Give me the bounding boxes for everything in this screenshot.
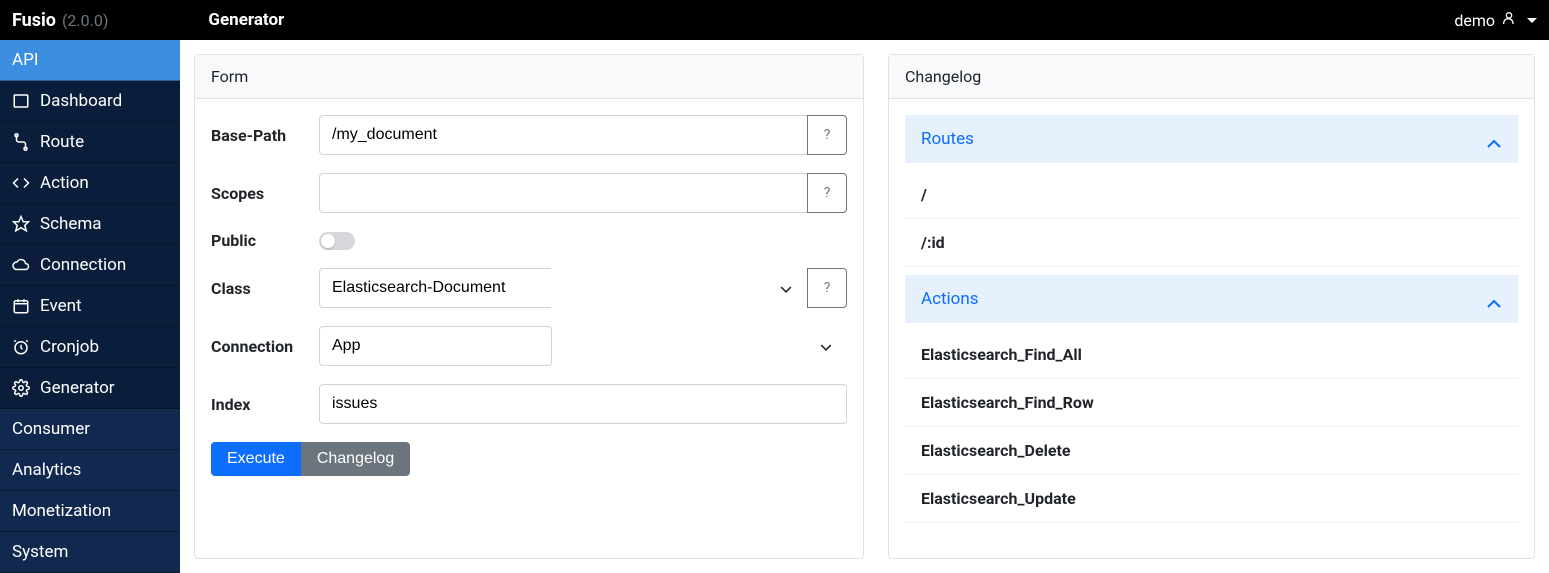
chevron-down-icon — [819, 337, 833, 356]
sidebar-section-analytics[interactable]: Analytics — [0, 450, 180, 491]
routes-title: Routes — [921, 129, 974, 149]
form-panel-header: Form — [195, 55, 863, 99]
dashboard-icon — [12, 92, 30, 110]
caret-down-icon — [1527, 18, 1537, 23]
chevron-up-icon — [1486, 134, 1502, 144]
changelog-panel-header: Changelog — [889, 55, 1534, 99]
base-path-label: Base-Path — [211, 126, 319, 145]
brand-name: Fusio — [12, 10, 56, 31]
scopes-input[interactable] — [319, 173, 807, 213]
changelog-button[interactable]: Changelog — [301, 442, 410, 476]
sidebar-label: Action — [40, 173, 89, 193]
connection-label: Connection — [211, 337, 319, 356]
action-item[interactable]: Elasticsearch_Find_Row — [905, 379, 1518, 427]
route-item[interactable]: /:id — [905, 219, 1518, 267]
public-label: Public — [211, 231, 319, 250]
clock-icon — [12, 338, 30, 356]
sidebar-label: Connection — [40, 255, 126, 275]
chevron-up-icon — [1486, 294, 1502, 304]
form-panel: Form Base-Path ? Scopes ? — [194, 54, 864, 559]
public-toggle[interactable] — [319, 232, 355, 250]
sidebar-item-action[interactable]: Action — [0, 163, 180, 204]
sidebar-item-connection[interactable]: Connection — [0, 245, 180, 286]
route-icon — [12, 133, 30, 151]
base-path-input[interactable] — [319, 115, 807, 155]
sidebar-label: Route — [40, 132, 84, 152]
sidebar-section-api[interactable]: API — [0, 40, 180, 81]
sidebar-label: Consumer — [12, 419, 90, 439]
sidebar-item-route[interactable]: Route — [0, 122, 180, 163]
connection-select[interactable] — [319, 326, 552, 366]
execute-button[interactable]: Execute — [211, 442, 301, 476]
sidebar-section-monetization[interactable]: Monetization — [0, 491, 180, 532]
sidebar-item-schema[interactable]: Schema — [0, 204, 180, 245]
brand[interactable]: Fusio (2.0.0) — [12, 10, 108, 31]
base-path-help-button[interactable]: ? — [807, 115, 847, 155]
cloud-icon — [12, 256, 30, 274]
topbar: Fusio (2.0.0) Generator demo — [0, 0, 1549, 40]
user-name: demo — [1454, 11, 1495, 30]
class-select[interactable] — [319, 268, 551, 308]
actions-title: Actions — [921, 289, 979, 309]
sidebar-item-cronjob[interactable]: Cronjob — [0, 327, 180, 368]
action-item[interactable]: Elasticsearch_Delete — [905, 427, 1518, 475]
chevron-down-icon — [779, 279, 793, 298]
sidebar-item-generator[interactable]: Generator — [0, 368, 180, 409]
index-input[interactable] — [319, 384, 847, 424]
star-icon — [12, 215, 30, 233]
page-title: Generator — [208, 10, 284, 30]
class-help-button[interactable]: ? — [807, 268, 847, 308]
sidebar-item-dashboard[interactable]: Dashboard — [0, 81, 180, 122]
sidebar-label: Cronjob — [40, 337, 99, 357]
sidebar-label: Generator — [40, 378, 115, 398]
calendar-icon — [12, 297, 30, 315]
user-icon — [1501, 10, 1517, 30]
toggle-knob — [321, 234, 335, 248]
routes-accordion-header[interactable]: Routes — [905, 115, 1518, 163]
user-menu[interactable]: demo — [1454, 10, 1537, 30]
sidebar-label: API — [12, 50, 38, 70]
action-item[interactable]: Elasticsearch_Find_All — [905, 331, 1518, 379]
sidebar-label: Analytics — [12, 460, 81, 480]
sidebar-label: System — [12, 542, 68, 562]
changelog-panel: Changelog Routes / /:id Actions Elastics… — [888, 54, 1535, 559]
index-label: Index — [211, 395, 319, 414]
sidebar: API Dashboard Route Action Schema Connec… — [0, 40, 180, 573]
route-item[interactable]: / — [905, 171, 1518, 219]
action-item[interactable]: Elasticsearch_Update — [905, 475, 1518, 523]
code-icon — [12, 174, 30, 192]
sidebar-section-consumer[interactable]: Consumer — [0, 409, 180, 450]
actions-list: Elasticsearch_Find_All Elasticsearch_Fin… — [905, 323, 1518, 531]
main-content: Form Base-Path ? Scopes ? — [180, 40, 1549, 573]
sidebar-label: Monetization — [12, 501, 111, 521]
class-label: Class — [211, 279, 319, 298]
scopes-help-button[interactable]: ? — [807, 173, 847, 213]
sidebar-label: Event — [40, 296, 82, 316]
sidebar-section-system[interactable]: System — [0, 532, 180, 573]
sidebar-label: Dashboard — [40, 91, 122, 111]
gear-icon — [12, 379, 30, 397]
sidebar-item-event[interactable]: Event — [0, 286, 180, 327]
routes-list: / /:id — [905, 163, 1518, 275]
brand-version: (2.0.0) — [62, 11, 108, 30]
scopes-label: Scopes — [211, 184, 319, 203]
sidebar-label: Schema — [40, 214, 102, 234]
actions-accordion-header[interactable]: Actions — [905, 275, 1518, 323]
